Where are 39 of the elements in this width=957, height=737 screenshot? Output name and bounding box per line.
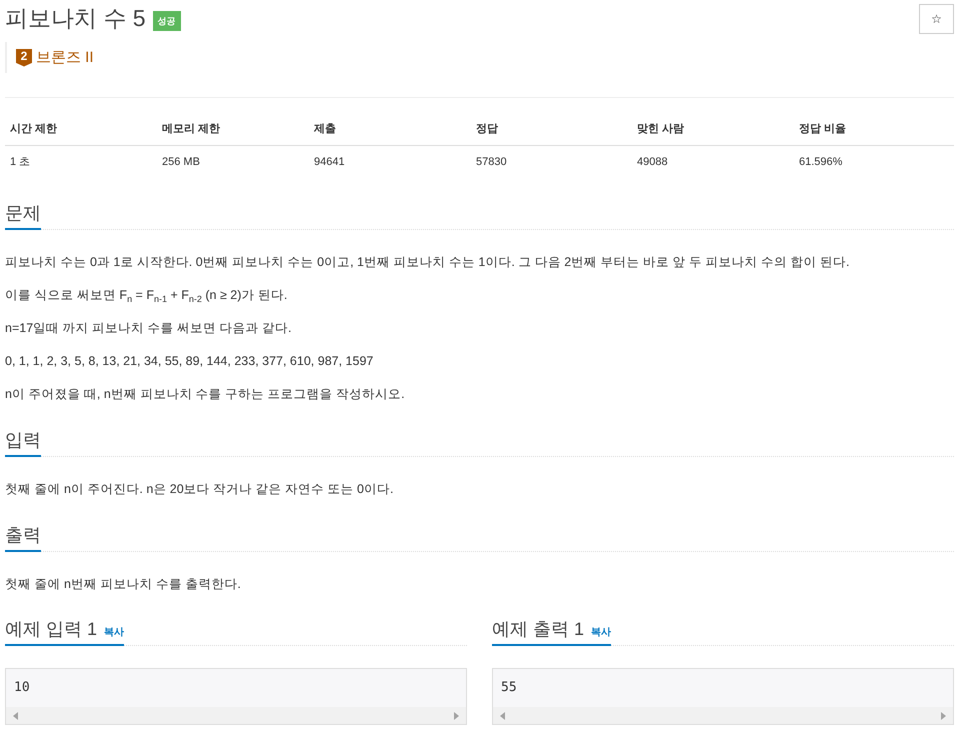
copy-link[interactable]: 복사 xyxy=(104,625,124,639)
section-heading: 문제 xyxy=(5,200,41,230)
copy-link[interactable]: 복사 xyxy=(591,625,612,639)
result-label: 성공 xyxy=(152,11,181,31)
paragraph: 첫째 줄에 n이 주어진다. n은 20보다 작거나 같은 자연수 또는 0이다. xyxy=(5,481,394,498)
paragraph: n=17일때 까지 피보나치 수를 써보면 다음과 같다. xyxy=(5,320,292,337)
tier-badge: 2 xyxy=(16,48,32,66)
star-button[interactable]: ☆ xyxy=(919,4,954,34)
right-triangle-icon[interactable] xyxy=(941,712,946,720)
right-triangle-icon[interactable] xyxy=(454,712,459,720)
table-cell: 61.596% xyxy=(794,146,954,177)
section-heading: 출력 xyxy=(5,522,41,552)
table-header-cell: 정답 비율 xyxy=(794,112,954,146)
table-header-cell: 정답 xyxy=(471,112,632,146)
section-heading: 입력 xyxy=(5,427,41,457)
left-triangle-icon[interactable] xyxy=(500,712,505,720)
table-header-cell: 맞힌 사람 xyxy=(632,112,794,146)
problem-title: 피보나치 수 5 xyxy=(5,4,146,32)
left-triangle-icon[interactable] xyxy=(13,712,18,720)
paragraph: 이를 식으로 써보면 F$_{n}$ = F$_{n-1}$ + F$_{n-2}$ (n ≥ 2)가 된다. xyxy=(5,287,288,305)
horizontal-scrollbar[interactable] xyxy=(6,707,466,724)
table-cell: 49088 xyxy=(632,146,794,177)
table-header-cell: 시간 제한 xyxy=(5,112,157,146)
paragraph: 0, 1, 1, 2, 3, 5, 8, 13, 21, 34, 55, 89, 144, 233, 377, 610, 987, 1597 xyxy=(5,353,374,370)
paragraph: 첫째 줄에 n번째 피보나치 수를 출력한다. xyxy=(5,576,242,593)
sample-heading: 예제 입력 1 xyxy=(5,618,98,641)
tier-label[interactable]: 브론즈 II xyxy=(36,48,94,67)
table-header-cell: 제출 xyxy=(309,112,471,146)
table-cell: 256 MB xyxy=(157,146,309,177)
paragraph: n이 주어졌을 때, n번째 피보나치 수를 구하는 프로그램을 작성하시오. xyxy=(5,386,406,403)
paragraph: 피보나치 수는 0과 1로 시작한다. 0번째 피보나치 수는 0이고, 1번째 피보나치 수는 1이다. 그 다음 2번째 부터는 바로 앞 두 피보나치 수의 합이 된다. xyxy=(5,254,850,271)
code-text: 55 xyxy=(500,679,518,697)
table-cell: 57830 xyxy=(471,146,632,177)
table-cell: 1 초 xyxy=(5,146,157,177)
table-cell: 94641 xyxy=(309,146,471,177)
table-header-cell: 메모리 제한 xyxy=(157,112,309,146)
horizontal-scrollbar[interactable] xyxy=(493,707,953,724)
sample-heading: 예제 출력 1 xyxy=(492,618,584,641)
code-text: 10 xyxy=(13,679,31,697)
